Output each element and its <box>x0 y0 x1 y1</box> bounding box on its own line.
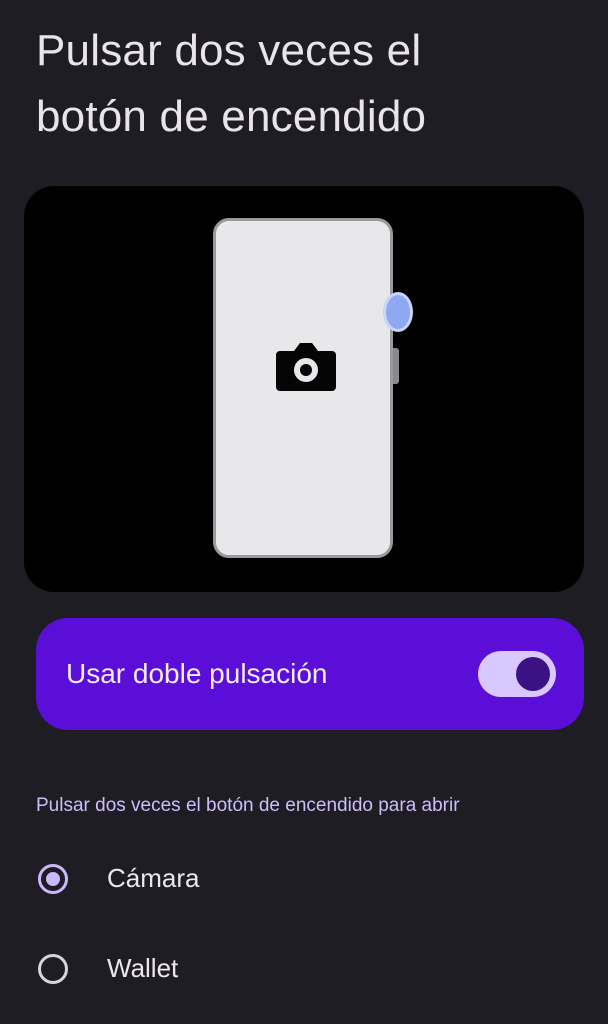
option-label: Cámara <box>107 863 200 893</box>
camera-icon <box>276 343 336 391</box>
double-press-toggle-row[interactable]: Usar doble pulsación <box>36 618 584 730</box>
options-section-title: Pulsar dos veces el botón de encendido p… <box>36 795 460 816</box>
settings-page: Pulsar dos veces el botón de encendido U… <box>0 0 608 1024</box>
option-camera[interactable]: Cámara <box>0 836 608 924</box>
page-title: Pulsar dos veces el botón de encendido <box>36 18 576 150</box>
toggle-label: Usar doble pulsación <box>66 658 328 689</box>
press-indicator-icon <box>383 292 413 332</box>
power-button-illustration <box>393 348 399 384</box>
switch-thumb <box>516 657 550 691</box>
option-label: Wallet <box>107 953 179 983</box>
gesture-illustration <box>24 186 584 592</box>
option-wallet[interactable]: Wallet <box>0 926 608 1014</box>
page-title-line-1: Pulsar dos veces el <box>36 26 422 75</box>
double-press-switch[interactable] <box>478 651 556 697</box>
page-title-line-2: botón de encendido <box>36 92 427 141</box>
radio-checked-icon[interactable] <box>38 864 68 894</box>
radio-unchecked-icon[interactable] <box>38 954 68 984</box>
